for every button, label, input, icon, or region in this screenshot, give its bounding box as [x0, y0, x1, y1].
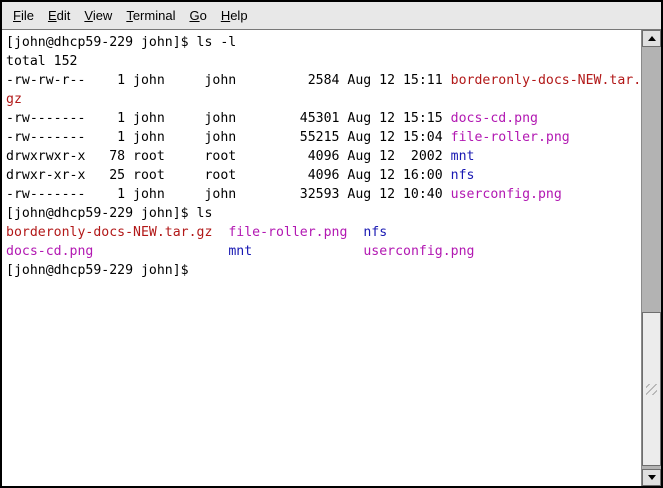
terminal-text: -rw-rw-r-- 1 john john 2584 Aug 12 15:11: [6, 73, 451, 88]
down-arrow-icon: [648, 475, 656, 480]
terminal-line: -rw------- 1 john john 55215 Aug 12 15:0…: [6, 128, 641, 147]
terminal-line: borderonly-docs-NEW.tar.gz file-roller.p…: [6, 223, 641, 242]
terminal-text: [212, 225, 228, 240]
terminal-text: [347, 225, 363, 240]
image-filename: userconfig.png: [451, 187, 562, 202]
terminal-text: total 152: [6, 54, 77, 69]
terminal-line: gz: [6, 90, 641, 109]
menu-item-help[interactable]: Help: [220, 6, 249, 25]
scrollbar-track[interactable]: [642, 47, 661, 469]
directory-name: mnt: [451, 149, 475, 164]
terminal-line: drwxr-xr-x 25 root root 4096 Aug 12 16:0…: [6, 166, 641, 185]
terminal-text: [john@dhcp59-229 john]$ ls -l: [6, 35, 236, 50]
terminal-text: -rw------- 1 john john 45301 Aug 12 15:1…: [6, 111, 451, 126]
archive-filename: borderonly-docs-NEW.tar.: [451, 73, 641, 88]
scrollbar-down-button[interactable]: [642, 469, 661, 486]
menu-item-terminal[interactable]: Terminal: [125, 6, 176, 25]
terminal-text: drwxr-xr-x 25 root root 4096 Aug 12 16:0…: [6, 168, 451, 183]
terminal-screen[interactable]: [john@dhcp59-229 john]$ ls -l total 152 -r…: [2, 30, 641, 486]
scrollbar-up-button[interactable]: [642, 30, 661, 47]
scrollbar: [641, 30, 661, 486]
image-filename: docs-cd.png: [6, 244, 93, 259]
directory-name: nfs: [363, 225, 387, 240]
terminal-line: -rw-rw-r-- 1 john john 2584 Aug 12 15:11…: [6, 71, 641, 90]
terminal-text: [93, 244, 228, 259]
up-arrow-icon: [648, 36, 656, 41]
terminal-line: [john@dhcp59-229 john]$ ls: [6, 204, 641, 223]
directory-name: mnt: [228, 244, 252, 259]
terminal-line: -rw------- 1 john john 45301 Aug 12 15:1…: [6, 109, 641, 128]
archive-filename: gz: [6, 92, 22, 107]
terminal-line: [john@dhcp59-229 john]$: [6, 261, 641, 280]
scrollbar-thumb[interactable]: [642, 312, 661, 466]
image-filename: docs-cd.png: [451, 111, 538, 126]
menu-item-file[interactable]: File: [12, 6, 35, 25]
terminal-text: -rw------- 1 john john 55215 Aug 12 15:0…: [6, 130, 451, 145]
terminal-line: -rw------- 1 john john 32593 Aug 12 10:4…: [6, 185, 641, 204]
image-filename: file-roller.png: [451, 130, 570, 145]
thumb-grip-icon: [646, 384, 657, 395]
menu-bar: File Edit View Terminal Go Help: [2, 2, 661, 30]
image-filename: file-roller.png: [228, 225, 347, 240]
terminal-line: total 152: [6, 52, 641, 71]
terminal-window: File Edit View Terminal Go Help [john@dhcp59-…: [0, 0, 663, 488]
terminal-text: [252, 244, 363, 259]
terminal-text: drwxrwxr-x 78 root root 4096 Aug 12 2002: [6, 149, 451, 164]
terminal-text: [john@dhcp59-229 john]$ ls: [6, 206, 212, 221]
terminal-line: [john@dhcp59-229 john]$ ls -l: [6, 33, 641, 52]
terminal-line: drwxrwxr-x 78 root root 4096 Aug 12 2002…: [6, 147, 641, 166]
archive-filename: borderonly-docs-NEW.tar.gz: [6, 225, 212, 240]
terminal-text: [john@dhcp59-229 john]$: [6, 263, 189, 278]
window-content: [john@dhcp59-229 john]$ ls -l total 152 -r…: [2, 30, 661, 486]
image-filename: userconfig.png: [363, 244, 474, 259]
menu-item-view[interactable]: View: [83, 6, 113, 25]
directory-name: nfs: [451, 168, 475, 183]
menu-item-edit[interactable]: Edit: [47, 6, 71, 25]
terminal-text: -rw------- 1 john john 32593 Aug 12 10:4…: [6, 187, 451, 202]
menu-item-go[interactable]: Go: [188, 6, 207, 25]
terminal-line: docs-cd.png mnt userconfig.png: [6, 242, 641, 261]
